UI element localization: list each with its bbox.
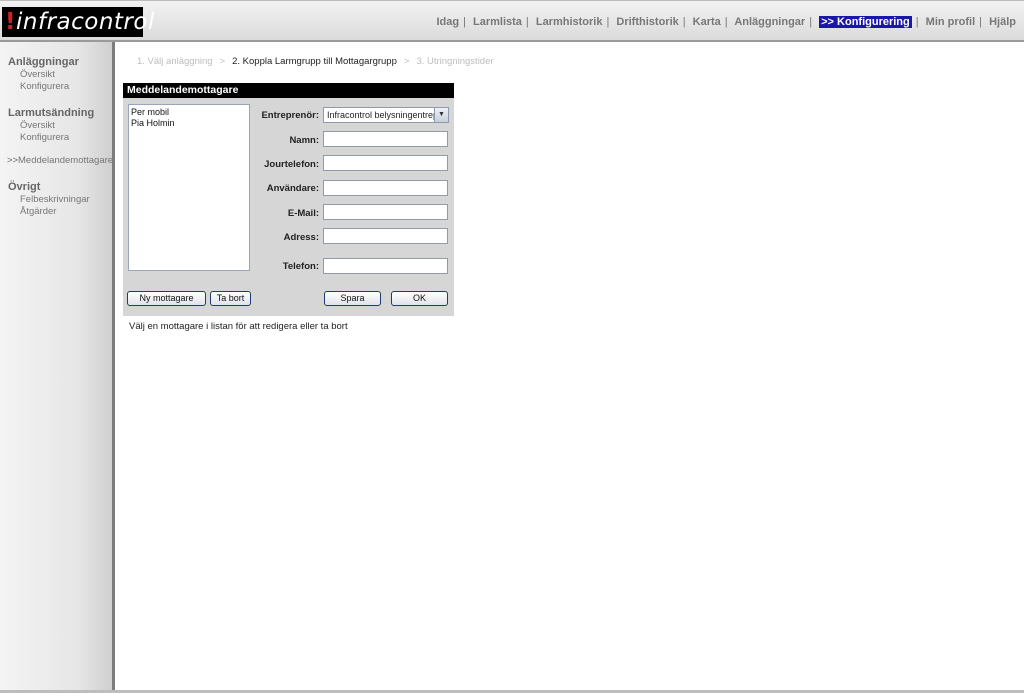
recipient-panel: Meddelandemottagare Per mobil Pia Holmin…: [123, 83, 454, 316]
nav-separator: |: [463, 16, 466, 28]
step-separator: >: [219, 56, 226, 67]
sidebar: Anläggningar Översikt Konfigurera Larmut…: [0, 42, 115, 691]
sidebar-section-larmutsandning: Larmutsändning: [8, 107, 95, 119]
step-2-current: 2. Koppla Larmgrupp till Mottagargrupp: [232, 56, 397, 67]
adress-label: Adress:: [283, 232, 319, 243]
new-recipient-button[interactable]: Ny mottagare: [127, 291, 206, 306]
sidebar-item-larmutsandning-oversikt[interactable]: Översikt: [20, 120, 55, 131]
nav-min-profil[interactable]: Min profil: [926, 16, 976, 28]
anvandare-field[interactable]: [323, 180, 448, 196]
nav-hjalp[interactable]: Hjälp: [989, 16, 1016, 28]
nav-idag[interactable]: Idag: [436, 16, 459, 28]
wizard-steps: 1. Välj anläggning >2. Koppla Larmgrupp t…: [137, 56, 494, 67]
nav-karta[interactable]: Karta: [693, 16, 721, 28]
sidebar-item-atgarder[interactable]: Åtgärder: [20, 206, 56, 217]
email-label: E-Mail:: [287, 208, 319, 219]
nav-drifthistorik[interactable]: Drifthistorik: [616, 16, 678, 28]
nav-larmhistorik[interactable]: Larmhistorik: [536, 16, 603, 28]
nav-konfigurering[interactable]: >> Konfigurering: [819, 16, 912, 28]
sidebar-item-larmutsandning-konfigurera[interactable]: Konfigurera: [20, 132, 69, 143]
nav-separator: |: [525, 16, 529, 28]
save-button[interactable]: Spara: [324, 291, 381, 306]
jourtelefon-label: Jourtelefon:: [264, 159, 319, 170]
nav-separator: |: [724, 16, 728, 28]
list-item[interactable]: Pia Holmin: [131, 118, 247, 129]
header-divider: [0, 40, 1024, 42]
sidebar-item-meddelandemottagare[interactable]: Meddelandemottagare: [18, 155, 113, 166]
hint-text: Välj en mottagare i listan för att redig…: [129, 321, 348, 332]
logo-mark-icon: !: [5, 9, 16, 35]
namn-field[interactable]: [323, 131, 448, 147]
step-3[interactable]: 3. Utringningstider: [416, 56, 493, 67]
telefon-label: Telefon:: [282, 261, 319, 272]
recipient-listbox[interactable]: Per mobil Pia Holmin: [128, 104, 250, 271]
telefon-field[interactable]: [323, 258, 448, 274]
email-field[interactable]: [323, 204, 448, 220]
sidebar-section-anlaggningar: Anläggningar: [8, 56, 79, 68]
entreprenor-selected-value: Infracontrol belysningentreprenör: [327, 110, 449, 120]
sidebar-item-anlaggningar-konfigurera[interactable]: Konfigurera: [20, 81, 69, 92]
adress-field[interactable]: [323, 228, 448, 244]
sidebar-item-felbeskrivningar[interactable]: Felbeskrivningar: [20, 194, 90, 205]
ok-button[interactable]: OK: [391, 291, 448, 306]
anvandare-label: Användare:: [266, 183, 319, 194]
sidebar-item-anlaggningar-oversikt[interactable]: Översikt: [20, 69, 55, 80]
nav-separator: |: [915, 16, 919, 28]
nav-separator: |: [809, 16, 813, 28]
namn-label: Namn:: [289, 135, 319, 146]
header-bar: !infracontrol Idag | Larmlista | Larmhisto…: [0, 0, 1024, 41]
nav-anlaggningar[interactable]: Anläggningar: [734, 16, 805, 28]
logo-text: infracontrol: [16, 9, 155, 35]
entreprenor-select[interactable]: Infracontrol belysningentreprenör ▼: [323, 107, 449, 123]
chevron-down-icon[interactable]: ▼: [434, 108, 448, 122]
step-separator: >: [403, 56, 410, 67]
list-item[interactable]: Per mobil: [131, 107, 247, 118]
infracontrol-logo[interactable]: !infracontrol: [2, 7, 154, 37]
jourtelefon-field[interactable]: [323, 155, 448, 171]
entreprenor-label: Entreprenör:: [261, 110, 319, 121]
nav-separator: |: [979, 16, 983, 28]
nav-larmlista[interactable]: Larmlista: [473, 16, 522, 28]
double-chevron-right-icon: >>: [7, 155, 19, 166]
sidebar-section-ovrigt: Övrigt: [8, 181, 41, 193]
nav-separator: |: [606, 16, 610, 28]
top-navigation: Idag | Larmlista | Larmhistorik | Drifthist…: [436, 16, 1016, 30]
panel-title: Meddelandemottagare: [123, 83, 454, 98]
step-1[interactable]: 1. Välj anläggning: [137, 56, 213, 67]
nav-separator: |: [682, 16, 686, 28]
delete-button[interactable]: Ta bort: [210, 291, 251, 306]
